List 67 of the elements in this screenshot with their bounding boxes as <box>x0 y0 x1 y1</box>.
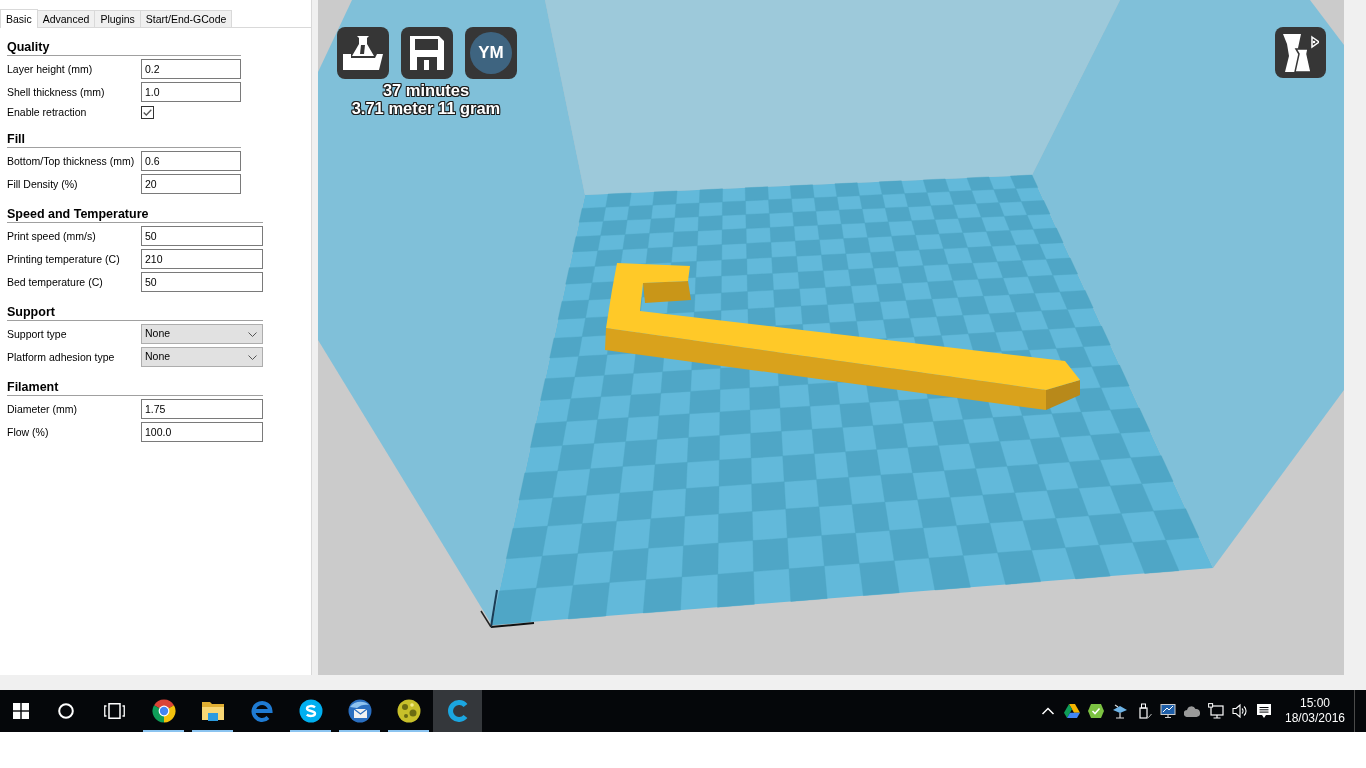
mail-bird-icon <box>347 699 372 723</box>
checkbox[interactable] <box>141 105 154 119</box>
c-logo-icon <box>446 700 469 722</box>
monitor-icon[interactable] <box>1160 703 1176 719</box>
section-heading: Quality <box>7 40 50 54</box>
notification-icon[interactable] <box>1256 703 1272 719</box>
tab[interactable]: Basic <box>0 9 38 28</box>
chevron-down-icon <box>248 331 257 337</box>
windows-logo-icon <box>13 703 29 719</box>
input-field[interactable]: 210 <box>141 249 263 269</box>
setting-label: Layer height (mm) <box>7 62 94 77</box>
folder-icon <box>200 701 225 721</box>
print-time-label: 37 minutes <box>381 81 471 99</box>
setting-label: Shell thickness (mm) <box>7 85 106 100</box>
input-field[interactable]: 50 <box>141 272 263 292</box>
tab[interactable]: Advanced <box>36 10 96 27</box>
triangle-logo-icon[interactable] <box>1064 704 1080 718</box>
vase-icon <box>1282 33 1319 72</box>
setting-label: Diameter (mm) <box>7 402 78 417</box>
tray-with-flask-icon <box>343 36 383 70</box>
chevron-down-icon <box>248 354 257 360</box>
e-logo-icon <box>250 700 273 722</box>
section-heading: Fill <box>7 132 26 146</box>
input-field[interactable]: 0.2 <box>141 59 241 79</box>
setting-label: Fill Density (%) <box>7 177 79 192</box>
setting-label: Platform adhesion type <box>7 350 116 365</box>
checkmark-icon <box>143 108 152 116</box>
setting-label: Bed temperature (C) <box>7 275 104 290</box>
input-field[interactable]: 100.0 <box>141 422 263 442</box>
input-field[interactable]: 1.75 <box>141 399 263 419</box>
axis-icon <box>480 589 535 628</box>
speaker-icon[interactable] <box>1232 703 1248 719</box>
3d-viewport[interactable]: YM 37 minutes 3.71 meter 11 gram <box>318 0 1344 675</box>
setting-label: Bottom/Top thickness (mm) <box>7 154 136 169</box>
task-view-icon <box>104 703 125 719</box>
network-device-icon[interactable] <box>1112 703 1128 719</box>
setting-label: Print speed (mm/s) <box>7 229 97 244</box>
globe-icon <box>396 699 421 723</box>
setting-label: Support type <box>7 327 68 342</box>
load-button[interactable] <box>337 27 389 79</box>
network-icon[interactable] <box>1208 703 1224 719</box>
usb-drive-icon[interactable] <box>1136 703 1152 719</box>
input-field[interactable]: 0.6 <box>141 151 241 171</box>
section-heading: Support <box>7 305 55 319</box>
account-button[interactable]: YM <box>465 27 517 79</box>
input-field[interactable]: 1.0 <box>141 82 241 102</box>
setting-label: Enable retraction <box>7 105 88 119</box>
s-logo-icon <box>298 699 323 723</box>
dropdown[interactable]: None <box>141 324 263 344</box>
tab[interactable]: Start/End-GCode <box>139 10 233 27</box>
clock-time[interactable]: 15:00 <box>1300 696 1330 711</box>
dropdown[interactable]: None <box>141 347 263 367</box>
color-wheel-icon <box>151 699 176 723</box>
material-usage-label: 3.71 meter 11 gram <box>350 99 502 117</box>
search-circle-icon <box>58 703 74 719</box>
section-heading: Filament <box>7 380 59 394</box>
check-badge-icon[interactable] <box>1088 703 1104 719</box>
save-button[interactable] <box>401 27 453 79</box>
section-heading: Speed and Temperature <box>7 207 149 221</box>
view-mode-button[interactable] <box>1275 27 1326 78</box>
setting-label: Flow (%) <box>7 425 50 440</box>
cloud-icon[interactable] <box>1184 705 1200 717</box>
tab[interactable]: Plugins <box>94 10 141 27</box>
input-field[interactable]: 50 <box>141 226 263 246</box>
input-field[interactable]: 20 <box>141 174 241 194</box>
setting-label: Printing temperature (C) <box>7 252 121 267</box>
clock-date[interactable]: 18/03/2016 <box>1284 711 1346 726</box>
